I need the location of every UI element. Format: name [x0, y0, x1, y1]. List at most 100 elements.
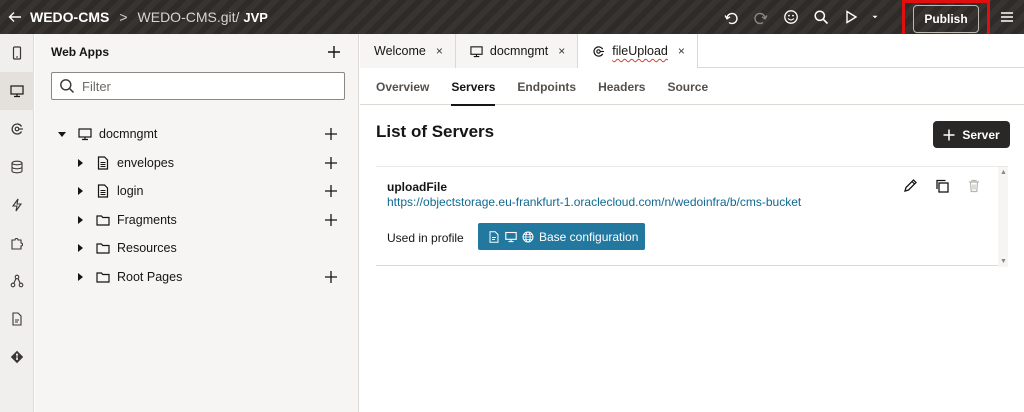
- app-name[interactable]: WEDO-CMS: [30, 9, 109, 25]
- plus-icon[interactable]: [323, 183, 339, 199]
- tree-item-root-pages[interactable]: Root Pages: [35, 263, 359, 292]
- edit-icon[interactable]: [894, 177, 926, 195]
- subtab-overview[interactable]: Overview: [376, 68, 429, 105]
- tab-docmngmt[interactable]: docmngmt ×: [455, 34, 579, 68]
- tree-item-resources[interactable]: Resources: [35, 234, 359, 263]
- tree-item-label: Fragments: [117, 212, 177, 227]
- plus-icon: [943, 129, 955, 140]
- editor-area: Welcome × docmngmt × fileUpload × Overvi…: [360, 34, 1024, 412]
- smiley-icon[interactable]: [776, 0, 806, 34]
- caret-right-icon[interactable]: [75, 158, 85, 168]
- server-card: uploadFile https://objectstorage.eu-fran…: [376, 166, 1008, 267]
- activity-rail: [0, 34, 34, 412]
- duplicate-icon[interactable]: [926, 177, 958, 195]
- database-icon[interactable]: [0, 148, 34, 186]
- arrow-left-icon[interactable]: [2, 0, 28, 34]
- tab-label: Welcome: [374, 44, 426, 58]
- subtab-source[interactable]: Source: [667, 68, 708, 105]
- tab-fileupload[interactable]: fileUpload ×: [578, 34, 698, 68]
- add-web-app-button[interactable]: [324, 42, 344, 62]
- undo-icon[interactable]: [716, 0, 746, 34]
- caret-right-icon[interactable]: [75, 272, 85, 282]
- page-title: List of Servers: [376, 122, 495, 141]
- caret-down-icon[interactable]: [57, 129, 67, 139]
- plus-icon[interactable]: [323, 269, 339, 285]
- desktop-icon[interactable]: [0, 72, 34, 110]
- folder-icon: [95, 240, 111, 256]
- globe-icon: [522, 231, 534, 243]
- hamburger-menu-icon[interactable]: [990, 0, 1024, 34]
- branch-name[interactable]: JVP: [243, 10, 268, 25]
- caret-down-icon[interactable]: [866, 0, 884, 34]
- delete-icon[interactable]: [958, 177, 990, 195]
- page-icon: [95, 155, 111, 171]
- filter-field[interactable]: [51, 72, 345, 100]
- search-icon[interactable]: [806, 0, 836, 34]
- close-icon[interactable]: ×: [678, 44, 685, 58]
- caret-right-icon[interactable]: [75, 243, 85, 253]
- subtab-headers[interactable]: Headers: [598, 68, 645, 105]
- card-scrollbar[interactable]: ▲ ▼: [998, 167, 1008, 267]
- document-icon[interactable]: [0, 300, 34, 338]
- plus-icon[interactable]: [323, 155, 339, 171]
- search-icon: [52, 78, 82, 94]
- tree-item-envelopes[interactable]: envelopes: [35, 149, 359, 178]
- folder-icon: [95, 212, 111, 228]
- tree-item-label: Resources: [117, 241, 177, 256]
- web-apps-tree: docmngmt envelopes login Fragments Resou…: [35, 120, 359, 291]
- desktop-icon: [77, 126, 93, 142]
- profile-label: Base configuration: [539, 229, 639, 244]
- folder-icon: [95, 269, 111, 285]
- tab-label: docmngmt: [489, 44, 549, 58]
- publish-highlight: Publish: [902, 0, 990, 38]
- subtab-servers[interactable]: Servers: [451, 68, 496, 106]
- play-icon[interactable]: [836, 0, 866, 34]
- page-icon: [95, 183, 111, 199]
- service-icon: [592, 44, 606, 58]
- sidebar-title: Web Apps: [51, 45, 110, 59]
- tree-item-login[interactable]: login: [35, 177, 359, 206]
- lightning-icon[interactable]: [0, 186, 34, 224]
- document-icon: [488, 230, 500, 243]
- web-apps-sidebar: Web Apps docmngmt envelopes login: [35, 34, 359, 412]
- service-subtabs: Overview Servers Endpoints Headers Sourc…: [360, 68, 1024, 106]
- desktop-icon: [470, 44, 484, 58]
- tree-item-fragments[interactable]: Fragments: [35, 206, 359, 235]
- git-icon[interactable]: [0, 338, 34, 376]
- header-actions: Publish: [716, 0, 1024, 38]
- tree-item-label: login: [117, 184, 144, 199]
- plus-icon[interactable]: [323, 212, 339, 228]
- redo-icon[interactable]: [746, 0, 776, 34]
- close-icon[interactable]: ×: [436, 44, 443, 58]
- profile-badge-button[interactable]: Base configuration: [478, 223, 645, 250]
- add-server-button[interactable]: Server: [933, 121, 1010, 148]
- servers-panel: List of Servers Server uploadFile https:…: [360, 106, 1024, 412]
- server-url-link[interactable]: https://objectstorage.eu-frankfurt-1.ora…: [387, 195, 801, 209]
- caret-right-icon[interactable]: [75, 215, 85, 225]
- used-in-profile-label: Used in profile: [387, 231, 464, 245]
- scroll-down-icon[interactable]: ▼: [1000, 258, 1007, 265]
- plus-icon: [328, 46, 340, 58]
- editor-tabs: Welcome × docmngmt × fileUpload ×: [360, 34, 1024, 68]
- close-icon[interactable]: ×: [558, 44, 565, 58]
- hierarchy-icon[interactable]: [0, 262, 34, 300]
- puzzle-icon[interactable]: [0, 224, 34, 262]
- plus-icon[interactable]: [323, 126, 339, 142]
- server-actions: [894, 177, 990, 195]
- publish-button[interactable]: Publish: [913, 5, 979, 33]
- mobile-icon[interactable]: [0, 34, 34, 72]
- service-icon[interactable]: [0, 110, 34, 148]
- desktop-icon: [505, 231, 517, 243]
- subtab-endpoints[interactable]: Endpoints: [517, 68, 576, 105]
- top-header: WEDO-CMS > WEDO-CMS.git/ JVP Publish: [0, 0, 1024, 38]
- tree-item-label: Root Pages: [117, 269, 183, 284]
- tree-item-label: docmngmt: [99, 127, 158, 142]
- filter-input[interactable]: [82, 78, 322, 94]
- repo-name[interactable]: WEDO-CMS.git/: [138, 9, 240, 25]
- tree-item-label: envelopes: [117, 155, 174, 170]
- caret-right-icon[interactable]: [75, 186, 85, 196]
- tree-item-docmngmt[interactable]: docmngmt: [35, 120, 359, 149]
- tab-welcome[interactable]: Welcome ×: [360, 34, 456, 68]
- add-server-label: Server: [962, 127, 1000, 142]
- scroll-up-icon[interactable]: ▲: [1000, 169, 1007, 176]
